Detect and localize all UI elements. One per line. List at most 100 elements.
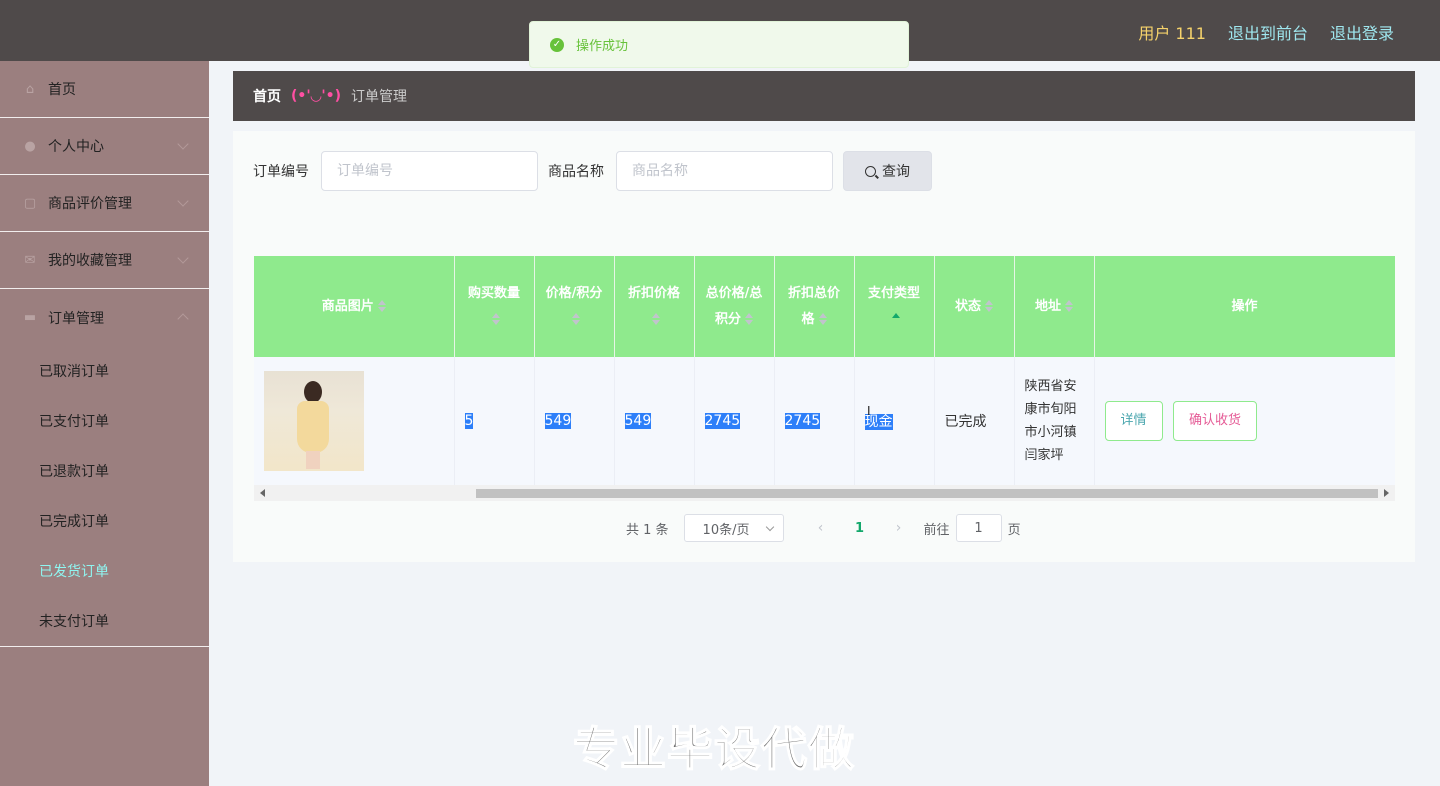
breadcrumb-home[interactable]: 首页: [253, 86, 281, 106]
order-table: 商品图片 购买数量 价格/积分 折扣价格 总价格/总积分 折扣总价格 支付类型 …: [254, 256, 1395, 501]
sidebar-item-label: 个人中心: [48, 139, 104, 155]
breadcrumb-current: 订单管理: [351, 89, 408, 105]
check-circle-icon: ✓: [550, 37, 564, 52]
query-button[interactable]: 查询: [843, 151, 932, 191]
page-number-1[interactable]: 1: [836, 521, 884, 536]
query-button-label: 查询: [882, 164, 910, 180]
confirm-receipt-button[interactable]: 确认收货: [1172, 401, 1257, 441]
logout-link[interactable]: 退出登录: [1330, 20, 1394, 44]
cell-price: 549: [534, 357, 615, 485]
sort-icon[interactable]: [377, 300, 386, 312]
sidebar-item-favorites[interactable]: ✉ 我的收藏管理: [0, 232, 209, 289]
chevron-up-icon: [177, 313, 189, 325]
goto-label: 前往: [923, 522, 950, 538]
breadcrumb: 首页 (•'◡'•) 订单管理: [233, 71, 1415, 121]
order-panel: 订单编号 商品名称 查询 商品图片 购买数量 价格/积分 折扣价格 总价格/总积…: [233, 131, 1415, 562]
discount-price-value: 549: [624, 413, 652, 429]
table-header-row: 商品图片 购买数量 价格/积分 折扣价格 总价格/总积分 折扣总价格 支付类型 …: [254, 256, 1395, 357]
prev-page-button[interactable]: ‹: [806, 520, 836, 536]
bag-icon: ▬: [23, 310, 37, 325]
cell-discount-price: 549: [614, 357, 695, 485]
page-size-value: 10条/页: [702, 522, 750, 538]
text-cursor-icon: I: [867, 404, 871, 418]
total-value: 2745: [704, 413, 741, 429]
page-suffix: 页: [1007, 522, 1021, 538]
sidebar-item-home[interactable]: ⌂ 首页: [0, 61, 209, 118]
user-label: 用户 111: [1138, 24, 1206, 43]
col-label: 状态: [954, 298, 981, 314]
sidebar-item-label: 我的收藏管理: [48, 253, 132, 269]
horizontal-scrollbar[interactable]: [254, 485, 1395, 501]
total-count: 共 1 条: [626, 522, 669, 538]
cell-status: 已完成: [934, 357, 1015, 485]
sidebar-item-goods-review[interactable]: ▢ 商品评价管理: [0, 175, 209, 232]
sidebar-item-label: 订单管理: [48, 310, 104, 327]
goods-name-input[interactable]: [616, 151, 833, 191]
col-label: 折扣总价格: [787, 285, 840, 327]
sort-icon[interactable]: [1065, 300, 1073, 312]
cell-discount-total: 2745: [774, 357, 855, 485]
sidebar-item-orders[interactable]: ▬ 订单管理: [0, 289, 209, 346]
col-actions: 操作: [1094, 256, 1395, 357]
sidebar-sub-refunded[interactable]: 已退款订单: [0, 446, 209, 496]
next-page-button[interactable]: ›: [884, 520, 914, 536]
col-label: 地址: [1034, 298, 1061, 314]
scrollbar-thumb[interactable]: [476, 489, 1378, 498]
price-value: 549: [544, 413, 572, 429]
col-address[interactable]: 地址: [1014, 256, 1095, 357]
sort-icon[interactable]: [572, 313, 580, 325]
sort-icon[interactable]: [652, 313, 660, 325]
col-price[interactable]: 价格/积分: [534, 256, 615, 357]
col-total[interactable]: 总价格/总积分: [694, 256, 775, 357]
cell-actions: 详情 确认收货: [1094, 357, 1395, 485]
col-discount-price[interactable]: 折扣价格: [614, 256, 695, 357]
status-value: 已完成: [944, 414, 987, 430]
scroll-left-arrow-icon[interactable]: [260, 489, 265, 497]
order-no-input[interactable]: [321, 151, 538, 191]
col-quantity[interactable]: 购买数量: [454, 256, 535, 357]
col-goods-image[interactable]: 商品图片: [254, 256, 455, 357]
detail-button[interactable]: 详情: [1104, 401, 1163, 441]
sort-icon[interactable]: [745, 313, 753, 325]
address-value: 陕西省安康市旬阳市小河镇闫家坪: [1024, 379, 1077, 463]
scroll-right-arrow-icon[interactable]: [1384, 489, 1389, 497]
pagination: 共 1 条 10条/页 ‹ 1 › 前往 页: [626, 514, 1021, 542]
col-label: 支付类型: [867, 285, 920, 301]
header-actions: 用户 111 退出到前台 退出登录: [1138, 20, 1394, 44]
col-label: 商品图片: [321, 298, 374, 314]
page-size-select[interactable]: 10条/页: [683, 514, 784, 542]
search-form: 订单编号 商品名称 查询: [253, 151, 932, 191]
col-pay-type[interactable]: 支付类型: [854, 256, 935, 357]
sidebar-sub-shipped[interactable]: 已发货订单: [0, 546, 209, 596]
col-label: 折扣价格: [627, 285, 680, 301]
product-image: [264, 371, 364, 471]
sort-icon[interactable]: [818, 313, 827, 325]
user-icon: ●: [24, 138, 36, 154]
sort-icon[interactable]: [985, 300, 993, 312]
goto-page-input[interactable]: [955, 514, 1002, 542]
goods-name-label: 商品名称: [548, 164, 604, 180]
comment-icon: ▢: [23, 195, 37, 211]
col-label: 购买数量: [467, 285, 520, 301]
search-icon: [865, 165, 876, 177]
sidebar-item-label: 商品评价管理: [48, 196, 132, 212]
back-to-front-link[interactable]: 退出到前台: [1228, 20, 1308, 44]
sort-icon[interactable]: [492, 313, 500, 325]
quantity-value: 5: [464, 413, 474, 429]
discount-total-value: 2745: [784, 413, 821, 429]
col-status[interactable]: 状态: [934, 256, 1015, 357]
sort-ascending-icon[interactable]: [892, 313, 900, 325]
col-label: 总价格/总积分: [705, 285, 763, 327]
sidebar-item-personal-center[interactable]: ● 个人中心: [0, 118, 209, 175]
breadcrumb-separator: (•'◡'•): [291, 88, 342, 104]
col-discount-total[interactable]: 折扣总价格: [774, 256, 855, 357]
sidebar-sub-completed[interactable]: 已完成订单: [0, 496, 209, 546]
cell-goods-image: [254, 357, 455, 485]
watermark: 专业毕设代做: [572, 721, 855, 777]
chevron-down-icon: [765, 522, 774, 532]
sidebar-sub-unpaid[interactable]: 未支付订单: [0, 596, 209, 646]
success-toast: ✓ 操作成功: [529, 21, 909, 68]
sidebar-sub-paid[interactable]: 已支付订单: [0, 396, 209, 446]
sidebar-sub-cancelled[interactable]: 已取消订单: [0, 346, 209, 396]
cell-total: 2745: [694, 357, 775, 485]
